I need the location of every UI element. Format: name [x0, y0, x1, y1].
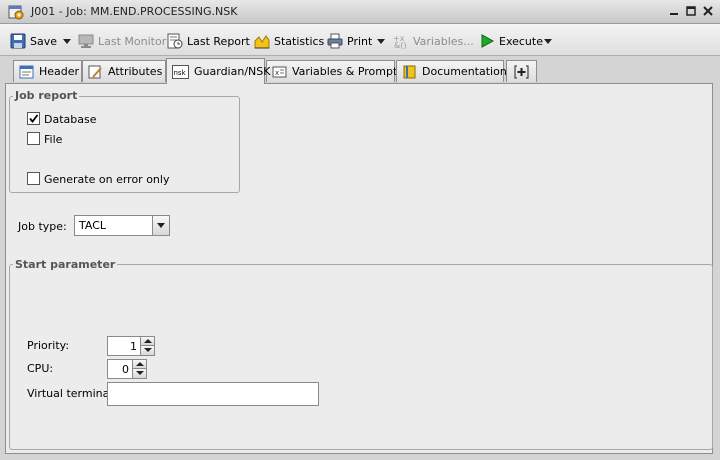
priority-value: 1: [130, 340, 137, 353]
minimize-icon[interactable]: [668, 5, 680, 17]
statistics-label: Statistics: [274, 34, 325, 48]
svg-text:&(): &(): [394, 41, 406, 49]
guardian-nsk-panel: Job report Database File Generate on err…: [5, 84, 713, 454]
attributes-icon: [88, 65, 102, 78]
database-checkbox[interactable]: [27, 112, 40, 125]
cpu-label: CPU:: [27, 362, 54, 375]
variables-icon: +x &(): [393, 34, 406, 49]
window-title: J001 - Job: MM.END.PROCESSING.NSK: [31, 5, 238, 18]
last-monitor-button[interactable]: Last Monitor: [78, 32, 166, 50]
virtual-terminal-label: Virtual terminal:: [27, 387, 117, 400]
cpu-value: 0: [122, 363, 129, 376]
execute-play-icon: [481, 34, 495, 48]
maximize-icon[interactable]: [685, 5, 697, 17]
svg-text:x: x: [275, 69, 279, 77]
tab-header-label: Header: [39, 65, 80, 78]
priority-label: Priority:: [27, 339, 70, 352]
last-report-button[interactable]: Last Report: [167, 32, 250, 50]
tab-variables-prompts-label: Variables & Prompts: [292, 65, 404, 78]
database-label: Database: [44, 113, 97, 126]
last-report-label: Last Report: [187, 34, 250, 48]
tab-attributes-label: Attributes: [108, 65, 163, 78]
chevron-down-icon[interactable]: [152, 216, 169, 235]
statistics-button[interactable]: Statistics: [254, 32, 324, 50]
header-icon: [19, 65, 34, 78]
tab-strip: Header Attributes nsk Guardian/NSK x Var…: [0, 57, 720, 84]
monitor-icon: [78, 34, 94, 48]
priority-spinner[interactable]: 1: [107, 336, 155, 356]
generate-on-error-label: Generate on error only: [44, 173, 170, 186]
variables-prompts-icon: x: [272, 66, 287, 77]
virtual-terminal-input[interactable]: [107, 382, 319, 406]
print-dropdown-arrow[interactable]: [377, 39, 385, 44]
execute-label: Execute: [499, 34, 543, 48]
start-parameter-group: [9, 264, 713, 450]
tab-variables-prompts[interactable]: x Variables & Prompts: [266, 60, 403, 82]
cpu-spin-buttons: [132, 360, 146, 378]
tab-guardian-nsk[interactable]: nsk Guardian/NSK: [166, 58, 270, 84]
tab-documentation-label: Documentation: [422, 65, 507, 78]
checkmark-icon: [29, 114, 39, 123]
tab-add[interactable]: [506, 60, 537, 82]
statistics-icon: [254, 35, 270, 49]
generate-on-error-checkbox[interactable]: [27, 172, 40, 185]
variables-label: Variables...: [413, 34, 474, 48]
save-button[interactable]: Save: [10, 32, 57, 50]
priority-spin-buttons: [140, 337, 154, 355]
tab-header[interactable]: Header: [13, 60, 82, 82]
file-label: File: [44, 133, 63, 146]
print-label: Print: [347, 34, 373, 48]
printer-icon: [327, 33, 343, 49]
save-icon: [10, 33, 26, 49]
cpu-spinner[interactable]: 0: [107, 359, 147, 379]
save-dropdown-arrow[interactable]: [63, 39, 71, 44]
job-type-dropdown[interactable]: TACL: [74, 215, 170, 236]
save-label: Save: [30, 34, 58, 48]
tab-underline: [5, 83, 713, 84]
toolbar: Save Last Monitor Last Report Statistics: [0, 24, 720, 56]
cpu-decrement-icon[interactable]: [133, 369, 146, 378]
execute-dropdown-arrow[interactable]: [544, 39, 552, 44]
tab-documentation[interactable]: Documentation: [396, 60, 507, 82]
cpu-increment-icon[interactable]: [133, 360, 146, 369]
report-icon: [167, 33, 183, 49]
last-monitor-label: Last Monitor: [98, 34, 167, 48]
priority-increment-icon[interactable]: [141, 337, 154, 346]
variables-button[interactable]: +x &() Variables...: [393, 32, 474, 50]
priority-decrement-icon[interactable]: [141, 346, 154, 355]
add-tab-icon: [514, 65, 529, 78]
nsk-icon: nsk: [172, 64, 189, 79]
print-button[interactable]: Print: [327, 32, 372, 50]
job-app-icon: [8, 5, 24, 20]
job-report-title: Job report: [13, 89, 80, 102]
title-bar: J001 - Job: MM.END.PROCESSING.NSK: [0, 0, 720, 24]
job-type-label: Job type:: [18, 220, 67, 233]
job-type-value: TACL: [79, 219, 107, 232]
documentation-icon: [403, 65, 416, 78]
close-icon[interactable]: [702, 5, 714, 17]
tab-attributes[interactable]: Attributes: [82, 60, 166, 82]
start-parameter-title: Start parameter: [13, 258, 118, 271]
execute-button[interactable]: Execute: [479, 32, 543, 50]
tab-guardian-nsk-label: Guardian/NSK: [194, 65, 271, 78]
file-checkbox[interactable]: [27, 132, 40, 145]
nsk-icon-text: nsk: [174, 69, 187, 77]
